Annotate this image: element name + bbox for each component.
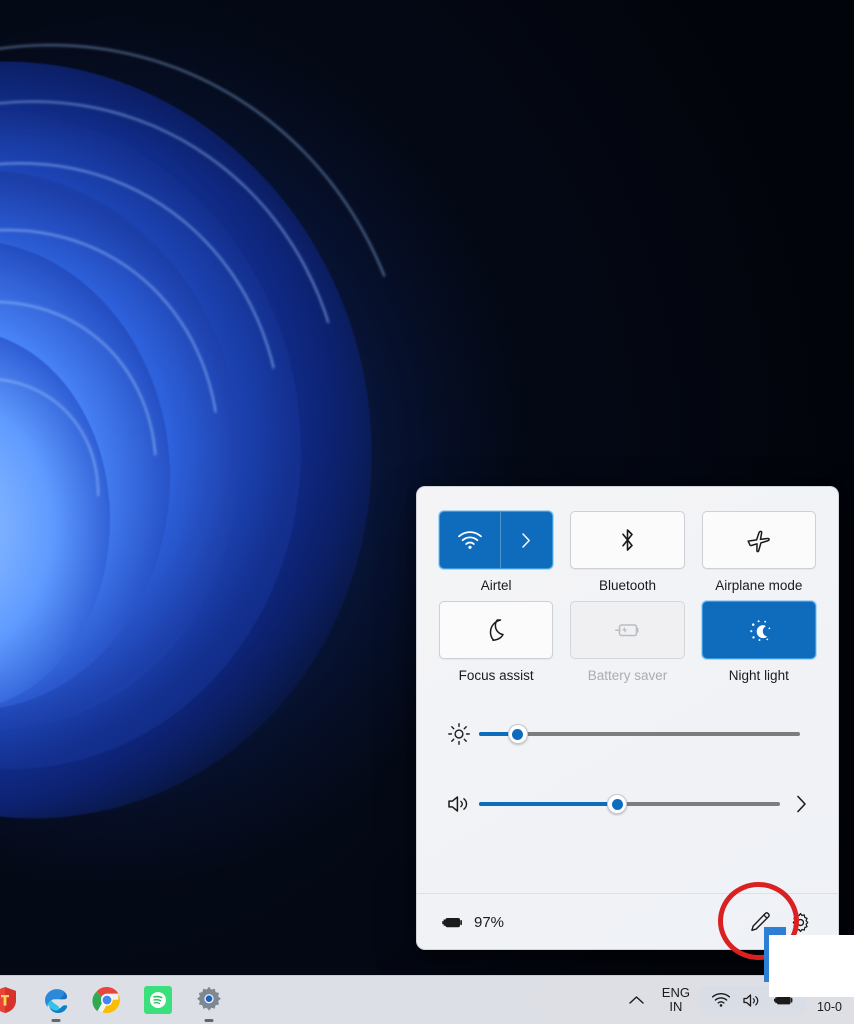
- language-line-2: IN: [669, 999, 683, 1014]
- tile-cell-night-light: Night light: [701, 601, 816, 683]
- chevron-right-icon: [795, 794, 808, 814]
- taskbar-app-settings[interactable]: [192, 983, 226, 1022]
- tile-cell-wifi: Airtel: [439, 511, 554, 593]
- wifi-icon: [711, 992, 731, 1008]
- quick-settings-panel: Airtel Bluetooth Airplane mode Focus ass…: [416, 486, 839, 950]
- quick-tile-label-focus-assist: Focus assist: [458, 668, 534, 683]
- quick-settings-body: Airtel Bluetooth Airplane mode Focus ass…: [417, 487, 838, 827]
- taskbar: ENG IN 10-0: [0, 975, 854, 1024]
- quick-tile-night-light[interactable]: [701, 601, 816, 659]
- language-line-1: ENG: [661, 984, 690, 1000]
- quick-tile-airplane-mode[interactable]: [701, 511, 816, 569]
- volume-slider-fill: [479, 802, 618, 806]
- bluetooth-icon: [618, 527, 637, 553]
- battery-status: 97%: [441, 914, 504, 931]
- quick-tile-label-night-light: Night light: [728, 668, 789, 683]
- gear-icon: [789, 911, 812, 934]
- tile-cell-battery-saver: Battery saver: [570, 601, 685, 683]
- quick-settings-tile-grid: Airtel Bluetooth Airplane mode Focus ass…: [439, 511, 816, 683]
- battery-percentage: 97%: [474, 913, 505, 931]
- brightness-slider-row: [439, 711, 816, 757]
- language-indicator[interactable]: ENG IN: [652, 984, 700, 1014]
- taskbar-app-chrome[interactable]: [90, 983, 124, 1017]
- speaker-icon: [742, 992, 762, 1009]
- wifi-icon: [457, 530, 483, 550]
- quick-tile-wifi[interactable]: [439, 511, 554, 569]
- desktop: Airtel Bluetooth Airplane mode Focus ass…: [0, 0, 854, 1024]
- chevron-right-icon: [521, 532, 532, 549]
- battery-charging-icon: [441, 914, 466, 931]
- wifi-toggle-area[interactable]: [440, 512, 500, 568]
- taskbar-running-indicator: [51, 1019, 61, 1022]
- volume-slider-thumb[interactable]: [607, 794, 628, 814]
- taskbar-app-security[interactable]: [0, 983, 22, 1017]
- taskbar-app-edge[interactable]: [39, 983, 73, 1022]
- quick-tile-label-wifi: Airtel: [480, 578, 512, 593]
- taskbar-app-spotify[interactable]: [141, 983, 175, 1017]
- brightness-slider-thumb[interactable]: [507, 724, 528, 744]
- quick-tile-label-battery-saver: Battery saver: [587, 668, 668, 683]
- brightness-icon: [439, 722, 479, 746]
- taskbar-running-indicator: [204, 1019, 214, 1022]
- night-light-icon: [745, 617, 773, 643]
- brightness-slider[interactable]: [479, 723, 800, 745]
- tile-cell-focus-assist: Focus assist: [439, 601, 554, 683]
- quick-tile-focus-assist[interactable]: [439, 601, 554, 659]
- security-shield-icon: [0, 985, 20, 1015]
- quick-tile-label-bluetooth: Bluetooth: [598, 578, 657, 593]
- chevron-up-icon: [628, 994, 645, 1006]
- moon-icon: [484, 617, 508, 643]
- spotify-icon: [143, 985, 173, 1015]
- volume-output-expand-button[interactable]: [786, 794, 816, 814]
- airplane-icon: [745, 528, 772, 553]
- clock-date: 10-0: [816, 1000, 842, 1014]
- microsoft-edge-icon: [41, 985, 71, 1015]
- quick-tile-label-airplane-mode: Airplane mode: [715, 578, 803, 593]
- quick-tile-battery-saver[interactable]: [570, 601, 685, 659]
- tray-overflow-button[interactable]: [622, 982, 652, 1018]
- taskbar-app-list: [0, 983, 226, 1022]
- quick-tile-bluetooth[interactable]: [570, 511, 685, 569]
- tile-cell-bluetooth: Bluetooth: [570, 511, 685, 593]
- google-chrome-icon: [92, 985, 122, 1015]
- speaker-icon: [439, 792, 479, 816]
- volume-slider-row: [439, 781, 816, 827]
- battery-saver-icon: [612, 620, 642, 640]
- wifi-expand-button[interactable]: [500, 512, 552, 568]
- settings-gear-icon: [194, 985, 224, 1015]
- tile-cell-airplane-mode: Airplane mode: [701, 511, 816, 593]
- volume-slider[interactable]: [479, 793, 780, 815]
- occlusion-white-box: [769, 935, 854, 997]
